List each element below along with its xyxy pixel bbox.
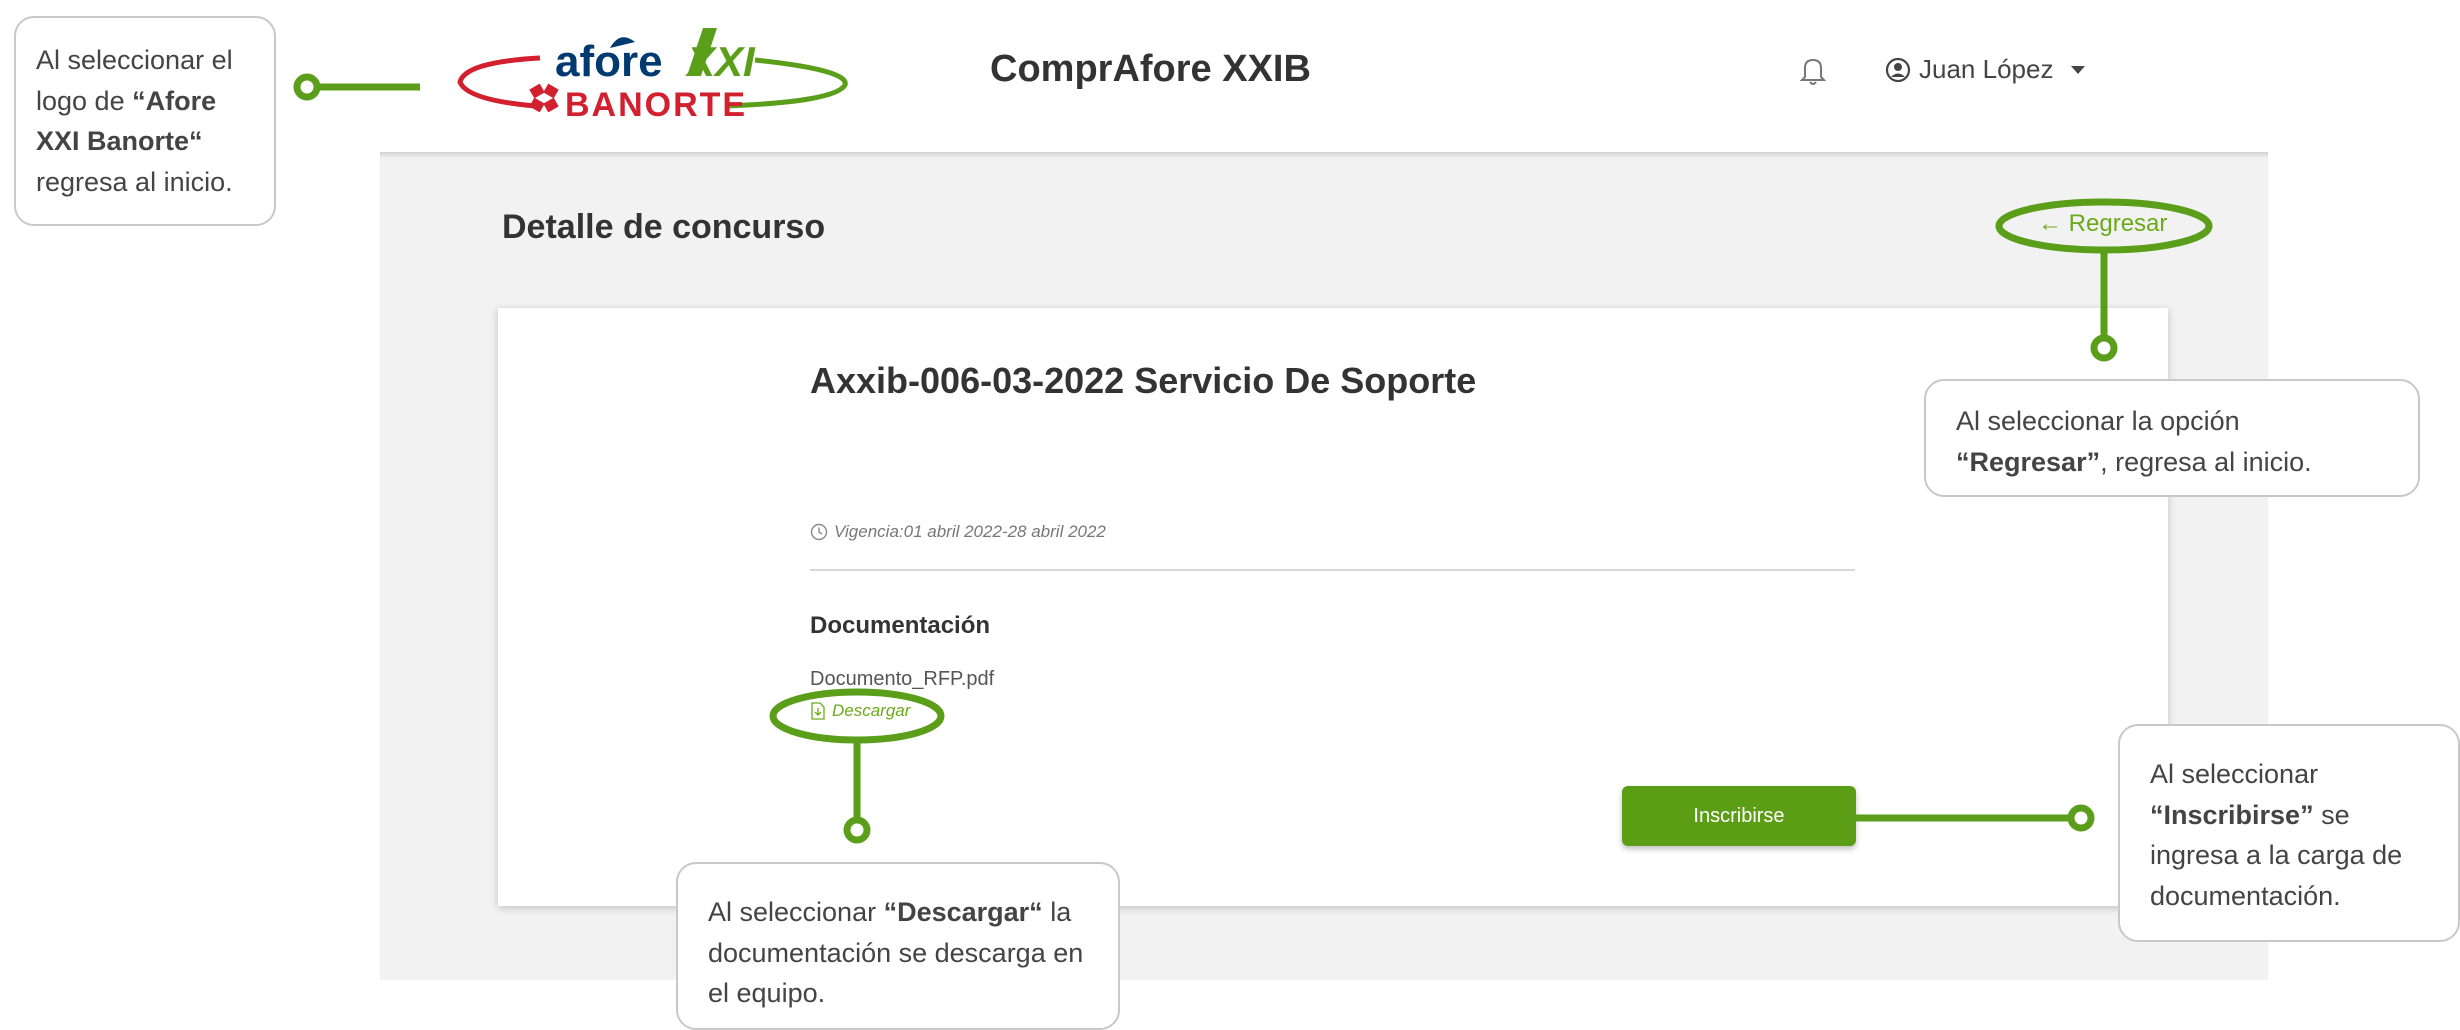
contest-title: Axxib-006-03-2022 Servicio De Soporte <box>810 360 1477 401</box>
vigencia-text: Vigencia:01 abril 2022-28 abril 2022 <box>834 522 1106 541</box>
file-name: Documento_RFP.pdf <box>810 668 995 690</box>
logo-graphic: afore XXI BANORTE <box>457 28 848 124</box>
clock-icon <box>810 523 828 541</box>
regresar-link[interactable]: ← Regresar <box>2038 210 2167 238</box>
app-title: ComprAfore XXIB <box>990 48 1311 90</box>
user-circle-icon <box>1885 57 1911 82</box>
user-menu[interactable]: Juan López <box>1885 54 2086 85</box>
vigencia: Vigencia:01 abril 2022-28 abril 2022 <box>810 522 1106 542</box>
logo-banorte-text: BANORTE <box>565 86 747 120</box>
inscribirse-button[interactable]: Inscribirse <box>1622 786 1856 846</box>
caret-down-icon <box>2071 65 2086 74</box>
file-download-icon <box>811 702 825 720</box>
annotation-callout-descargar: Al seleccionar “Descargar“ la documentac… <box>676 862 1120 1030</box>
page-title: Detalle de concurso <box>502 208 826 246</box>
user-name: Juan López <box>1919 54 2054 84</box>
logo-xxi-text: XXI <box>685 38 756 85</box>
bell-icon[interactable] <box>1799 56 1827 86</box>
annotation-callout-inscribirse: Al seleccionar “Inscribirse” se ingresa … <box>2118 724 2460 942</box>
divider <box>810 569 1855 571</box>
documentation-heading: Documentación <box>810 612 991 639</box>
logo-afore-text: afore <box>555 37 663 86</box>
descargar-link[interactable]: Descargar <box>810 701 910 721</box>
afore-banorte-logo[interactable]: afore XXI BANORTE <box>455 20 855 124</box>
descargar-label: Descargar <box>832 701 911 720</box>
annotation-dot-logo <box>293 73 321 101</box>
annotation-callout-logo: Al seleccionar el logo de “Afore XXI Ban… <box>14 16 276 226</box>
annotation-callout-regresar: Al seleccionar la opción “Regresar”, reg… <box>1924 379 2420 497</box>
